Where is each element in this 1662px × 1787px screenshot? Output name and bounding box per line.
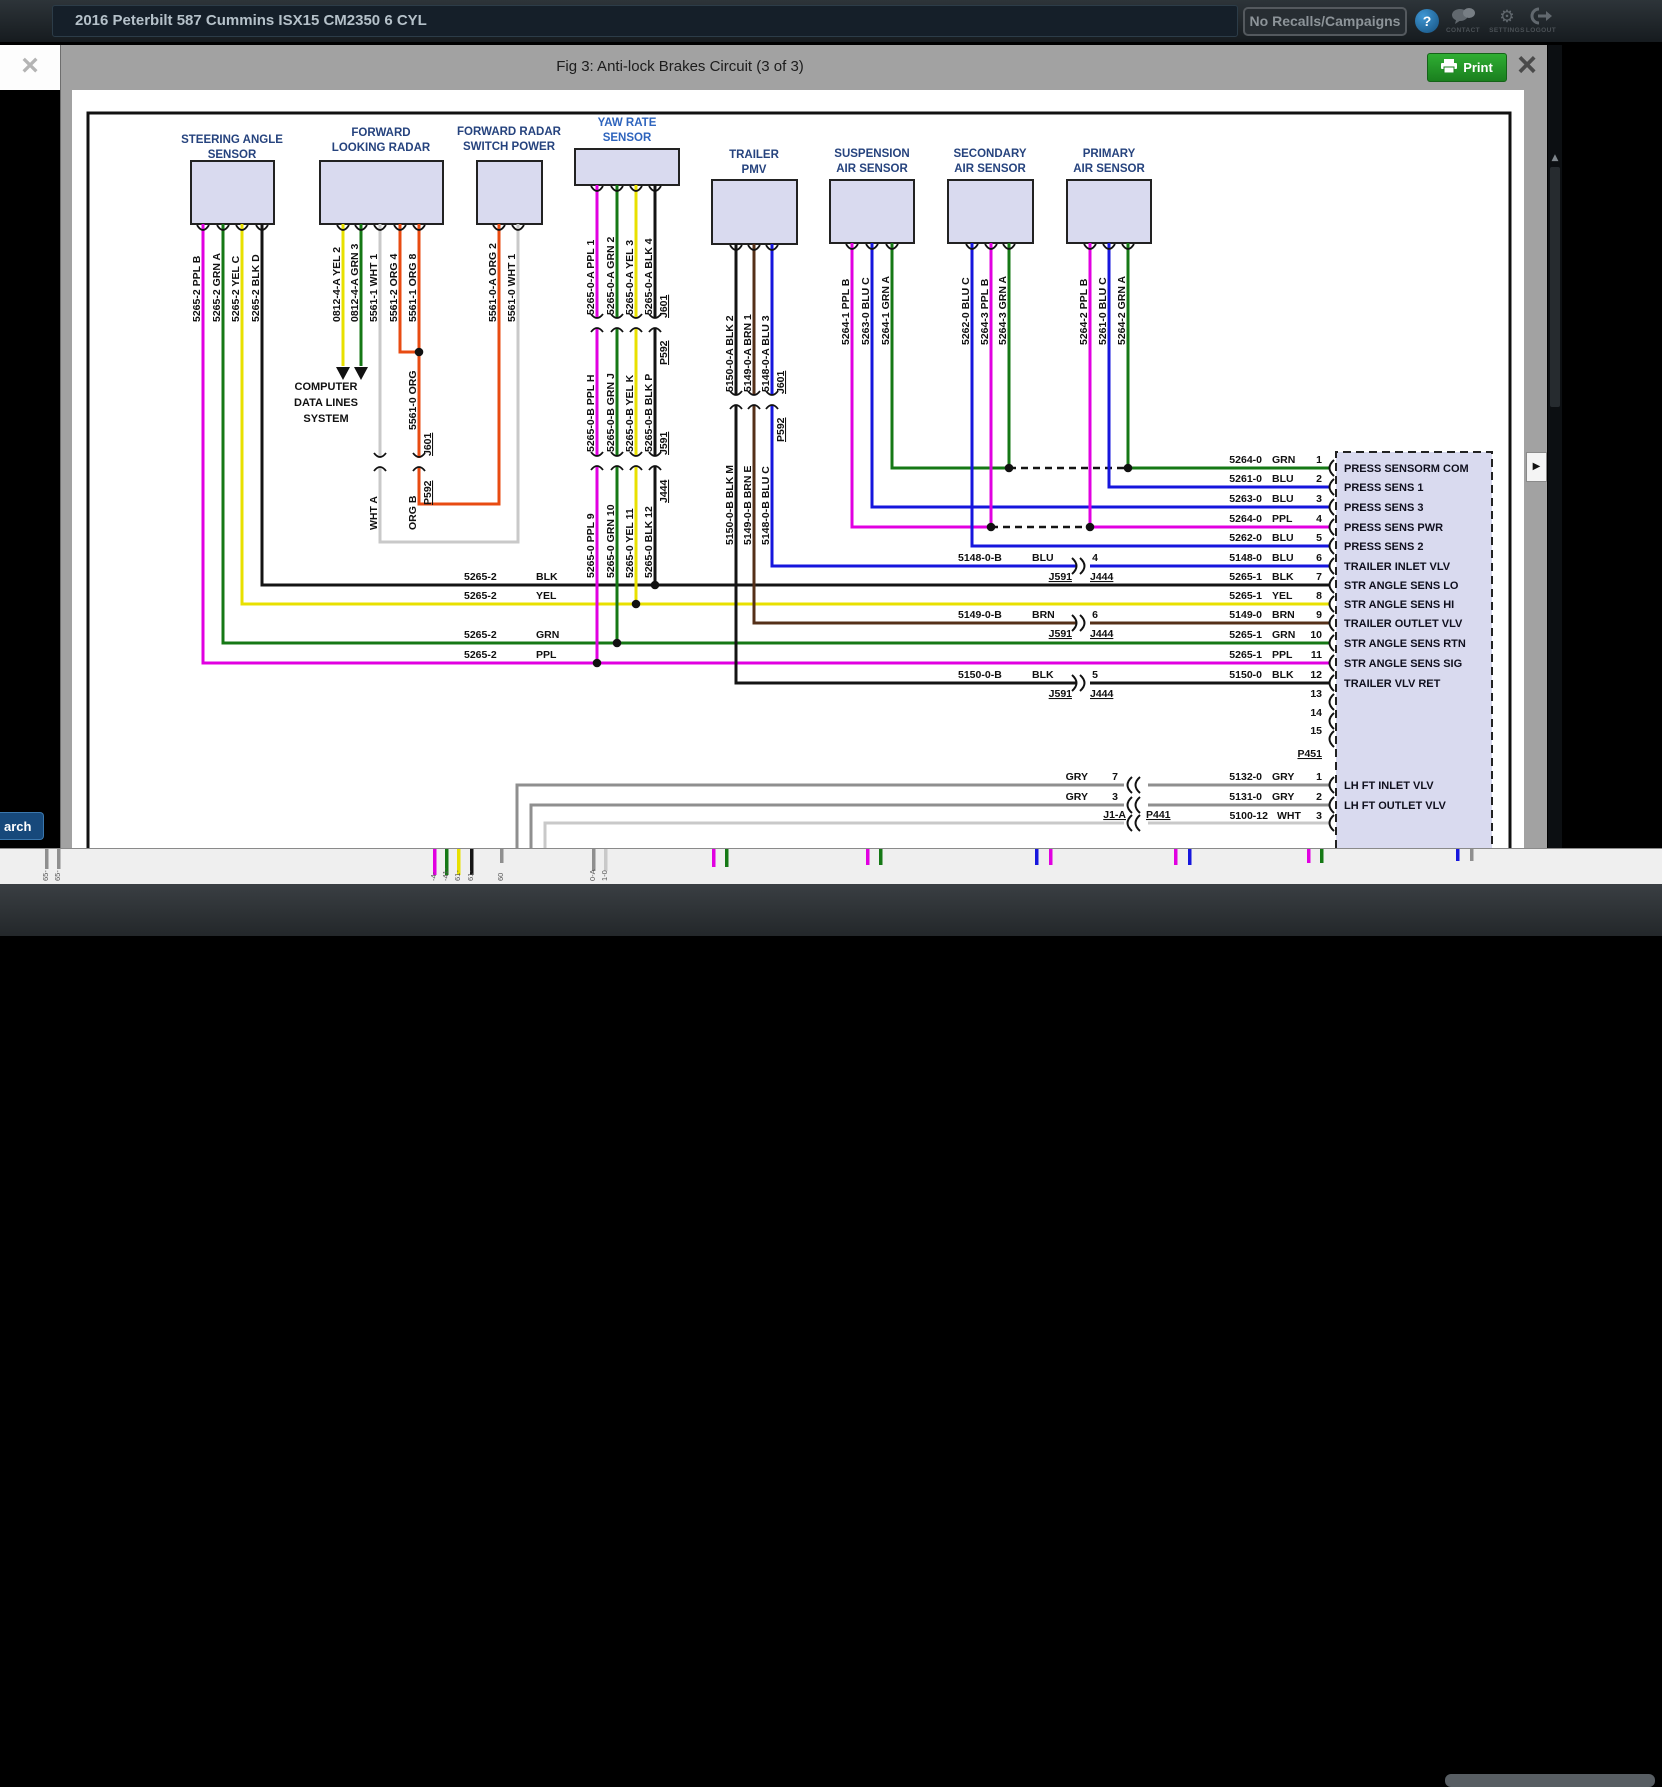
figure-title: Fig 3: Anti-lock Brakes Circuit (3 of 3) bbox=[430, 58, 930, 75]
vertical-scrollbar-thumb[interactable] bbox=[1550, 167, 1560, 407]
logout-label: LOGOUT bbox=[1518, 27, 1564, 34]
next-page-button[interactable]: ▶ bbox=[1526, 452, 1547, 482]
scroll-up-arrow[interactable]: ▲ bbox=[1548, 153, 1562, 163]
printer-icon bbox=[1441, 59, 1457, 76]
search-button-partial[interactable]: arch bbox=[0, 812, 44, 840]
vertical-scrollbar[interactable]: ▲ bbox=[1548, 45, 1562, 848]
print-button[interactable]: Print bbox=[1427, 53, 1507, 82]
horizontal-scrollbar-thumb[interactable] bbox=[1445, 1774, 1655, 1787]
vehicle-title: 2016 Peterbilt 587 Cummins ISX15 CM2350 … bbox=[75, 12, 427, 29]
underlay-diagram-strip bbox=[0, 848, 1662, 885]
diagram-sheet bbox=[72, 90, 1524, 848]
page: { "top_bar": { "title": "2016 Peterbilt … bbox=[0, 0, 1662, 936]
logout-button[interactable]: LOGOUT bbox=[1518, 7, 1564, 34]
contact-bubbles-icon bbox=[1440, 7, 1486, 27]
contact-button[interactable]: CONTACT bbox=[1440, 7, 1486, 34]
logout-icon bbox=[1518, 7, 1564, 27]
print-label: Print bbox=[1463, 60, 1493, 75]
bottom-band bbox=[0, 884, 1662, 936]
top-bar: 2016 Peterbilt 587 Cummins ISX15 CM2350 … bbox=[0, 0, 1662, 42]
help-icon[interactable]: ? bbox=[1415, 9, 1439, 33]
no-recalls-button[interactable]: No Recalls/Campaigns bbox=[1243, 7, 1407, 36]
modal-close-icon[interactable]: × bbox=[1509, 49, 1545, 83]
underlay-close-button[interactable]: × bbox=[0, 45, 60, 90]
contact-label: CONTACT bbox=[1440, 27, 1486, 34]
